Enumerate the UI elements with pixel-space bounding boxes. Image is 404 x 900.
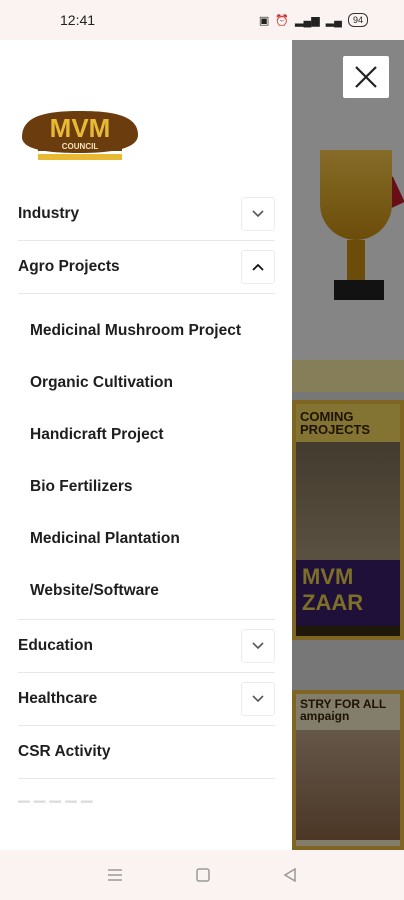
menu-item-agro-projects[interactable]: Agro Projects [18,241,275,294]
logo-brand: MVM [50,113,111,143]
healthcare-expand-button[interactable] [241,682,275,716]
wifi-icon: ▂▄ [325,14,342,27]
submenu-item-organic-cultivation[interactable]: Organic Cultivation [30,357,275,409]
chevron-down-icon [252,642,264,650]
submenu-item-bio-fertilizers[interactable]: Bio Fertilizers [30,461,275,513]
menu-item-csr-activity[interactable]: CSR Activity [18,726,275,779]
menu-item-healthcare[interactable]: Healthcare [18,673,275,726]
partial-label: ▁ ▁ ▁ ▁ ▁ [18,786,93,803]
logo-subtitle: COUNCIL [62,142,99,151]
agro-collapse-button[interactable] [241,250,275,284]
chevron-up-icon [252,263,264,271]
chevron-down-icon [252,695,264,703]
battery-icon: 94 [347,13,368,27]
status-bar: 12:41 ▣ ⏰ ▂▄▆ ▂▄ 94 [0,0,404,40]
submenu-item-medicinal-plantation[interactable]: Medicinal Plantation [30,513,275,565]
nfc-icon: ▣ [258,14,270,27]
status-icons: ▣ ⏰ ▂▄▆ ▂▄ 94 [259,13,368,27]
submenu-item-medicinal-mushroom[interactable]: Medicinal Mushroom Project [30,305,275,357]
alarm-icon: ⏰ [275,14,289,27]
chevron-down-icon [252,210,264,218]
close-button[interactable] [343,56,389,98]
menu-item-label: Education [18,637,93,654]
menu-icon[interactable] [107,868,123,882]
menu-item-education[interactable]: Education [18,620,275,673]
status-time: 12:41 [60,12,96,28]
background-app: COMING PROJECTS MVM ZAAR STRY FOR ALL am… [292,40,404,850]
menu-item-label: Healthcare [18,690,98,707]
industry-expand-button[interactable] [241,197,275,231]
navigation-drawer: MVM COUNCIL Industry Agro Projects Medic… [0,40,292,850]
agro-submenu: Medicinal Mushroom Project Organic Culti… [18,294,275,620]
mvm-council-logo[interactable]: MVM COUNCIL [18,107,142,163]
home-icon[interactable] [196,868,210,882]
menu-item-label: CSR Activity [18,743,111,760]
menu-item-label: Agro Projects [18,258,120,275]
scrim-overlay[interactable] [292,40,404,850]
submenu-item-website-software[interactable]: Website/Software [30,565,275,617]
menu-item-industry[interactable]: Industry [18,188,275,241]
close-icon [355,66,377,88]
education-expand-button[interactable] [241,629,275,663]
signal-icon: ▂▄▆ [295,14,320,27]
submenu-item-handicraft[interactable]: Handicraft Project [30,409,275,461]
menu-item-label: Industry [18,205,80,222]
back-icon[interactable] [283,868,297,882]
menu-item-partial[interactable]: ▁ ▁ ▁ ▁ ▁ [18,779,275,809]
main-menu: Industry Agro Projects Medicinal Mushroo… [18,188,275,809]
system-nav-bar [0,850,404,900]
